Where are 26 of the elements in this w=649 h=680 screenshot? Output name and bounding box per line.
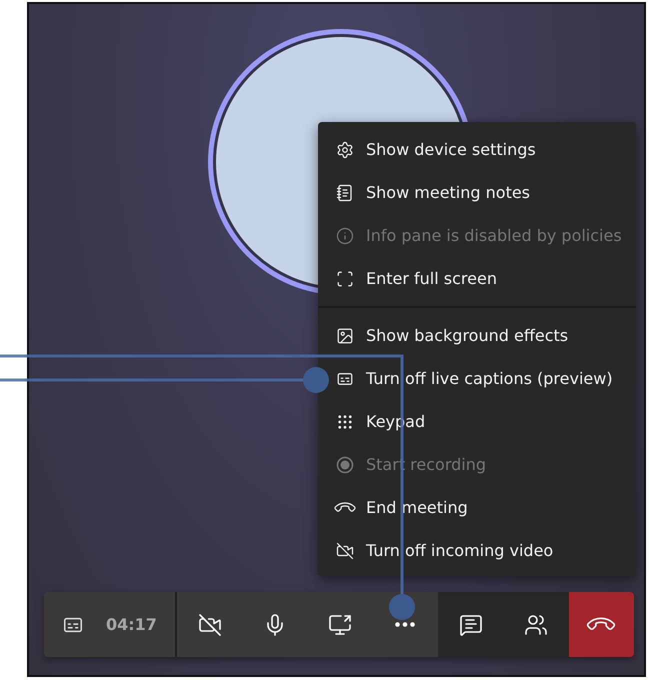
fullscreen-icon [336,270,354,288]
menu-item[interactable]: Turn off live captions (preview) [336,357,630,400]
menu-item[interactable]: Turn off incoming video [336,529,630,572]
menu-item[interactable]: Keypad [336,400,630,443]
menu-item[interactable]: Show background effects [336,314,630,357]
toolbar-button[interactable] [503,592,569,657]
menu-item[interactable]: Show device settings [336,128,630,171]
chat-icon [458,612,483,636]
share-screen-icon [328,612,352,636]
menu-item[interactable]: Show meeting notes [336,171,630,214]
video-off-icon [336,542,354,560]
video-off-icon [198,612,222,636]
menu-item[interactable]: Enter full screen [336,257,630,300]
image-icon [336,326,354,344]
call-timer: 04:17 [106,615,157,634]
settings-icon [336,140,354,158]
hang-up-button[interactable] [568,592,634,657]
keypad-icon [336,412,354,430]
menu-item[interactable]: End meeting [336,486,630,529]
toolbar-button[interactable] [438,592,504,657]
more-icon [395,622,416,627]
info-icon [336,226,354,244]
record-icon [336,456,354,474]
toolbar-button[interactable] [176,592,242,657]
notepad-icon [336,184,354,202]
people-icon [524,612,548,636]
